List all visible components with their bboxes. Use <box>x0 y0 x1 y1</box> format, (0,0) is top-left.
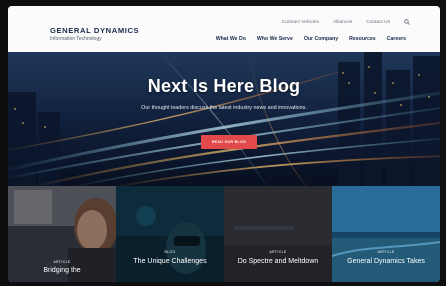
nav-our-company[interactable]: Our Company <box>304 36 338 42</box>
nav-careers[interactable]: Careers <box>387 36 406 42</box>
card-tag: BLOG <box>164 250 176 254</box>
brand-logo[interactable]: GENERAL DYNAMICS Information Technology <box>50 26 139 42</box>
article-card[interactable]: BLOG The Unique Challenges <box>116 186 224 282</box>
hero-title: Next Is Here Blog <box>147 76 301 96</box>
article-card[interactable]: ARTICLE Do Spectre and Meltdown <box>224 186 332 282</box>
hero-subtitle: Our thought leaders discuss the latest i… <box>141 105 307 111</box>
card-image-dark <box>224 186 332 282</box>
hero-highway-image <box>8 52 440 188</box>
card-image-vr <box>116 186 224 282</box>
utility-nav: Contract Vehicles Alliances Contact Us <box>282 19 410 25</box>
card-tag: ARTICLE <box>269 250 287 254</box>
card-tag: ARTICLE <box>53 260 71 264</box>
nav-what-we-do[interactable]: What We Do <box>216 36 246 42</box>
utility-link-contact-us[interactable]: Contact Us <box>366 20 390 25</box>
card-image-city <box>332 186 440 282</box>
card-title: General Dynamics Takes <box>347 258 425 265</box>
article-cards: ARTICLE Bridging the BLOG The Unique Cha… <box>8 186 440 282</box>
nav-resources[interactable]: Resources <box>349 36 376 42</box>
card-tag: ARTICLE <box>377 250 395 254</box>
article-card[interactable]: ARTICLE Bridging the <box>8 186 116 282</box>
brand-subtitle: Information Technology <box>50 36 102 42</box>
utility-link-alliances[interactable]: Alliances <box>333 20 352 25</box>
card-title: Do Spectre and Meltdown <box>237 258 319 265</box>
hero-banner: Next Is Here Blog Our thought leaders di… <box>8 52 440 188</box>
search-icon[interactable] <box>404 19 410 25</box>
article-card[interactable]: ARTICLE General Dynamics Takes <box>332 186 440 282</box>
nav-who-we-serve[interactable]: Who We Serve <box>257 36 293 42</box>
site-header: GENERAL DYNAMICS Information Technology … <box>8 6 440 53</box>
browser-viewport: GENERAL DYNAMICS Information Technology … <box>8 6 440 282</box>
brand-name: GENERAL DYNAMICS <box>50 26 140 35</box>
main-nav: What We Do Who We Serve Our Company Reso… <box>216 36 406 42</box>
read-blog-button[interactable]: READ OUR BLOG <box>201 135 257 149</box>
utility-link-contract-vehicles[interactable]: Contract Vehicles <box>282 20 319 25</box>
card-title: The Unique Challenges <box>133 258 207 265</box>
monitor-frame: GENERAL DYNAMICS Information Technology … <box>0 0 446 286</box>
card-title: Bridging the <box>43 267 81 274</box>
